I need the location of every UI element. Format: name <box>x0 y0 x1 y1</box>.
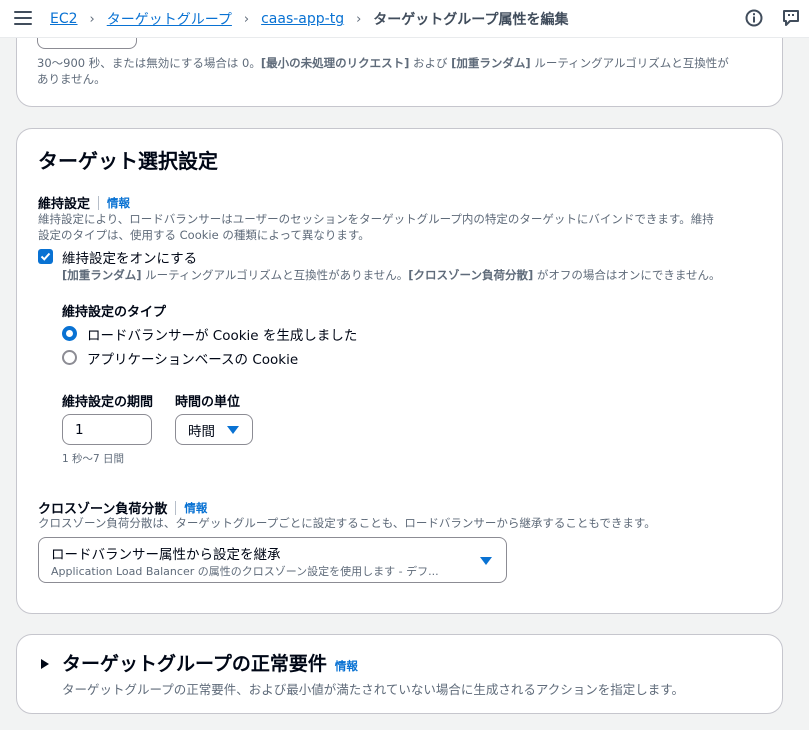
health-requirements-title[interactable]: ターゲットグループの正常要件 <box>62 649 327 676</box>
cross-zone-description: クロスゾーン負荷分散は、ターゲットグループごとに設定することも、ロードバランサー… <box>38 516 656 530</box>
stickiness-info-link[interactable]: 情報 <box>107 195 130 211</box>
health-requirements-card: ターゲットグループの正常要件 情報 ターゲットグループの正常要件、および最小値が… <box>16 634 783 714</box>
divider <box>175 500 177 515</box>
cross-zone-select[interactable]: ロードバランサー属性から設定を継承 Application Load Balan… <box>38 537 507 583</box>
section-title: ターゲット選択設定 <box>38 149 218 173</box>
previous-help-text: 30〜900 秒、または無効にする場合は 0。[最小の未処理のリクエスト] およ… <box>37 56 729 86</box>
checkmark-icon <box>40 252 51 261</box>
cross-zone-info-link[interactable]: 情報 <box>184 500 207 516</box>
breadcrumb: EC2 › ターゲットグループ › caas-app-tg › ターゲットグルー… <box>50 9 568 29</box>
stickiness-description: 維持設定により、ロードバランサーはユーザーのセッションをターゲットグループ内の特… <box>38 212 714 242</box>
breadcrumb-separator: › <box>243 11 250 27</box>
caret-right-icon[interactable] <box>39 658 51 670</box>
stickiness-type-label: 維持設定のタイプ <box>62 305 167 320</box>
duration-label: 維持設定の期間 <box>62 395 154 410</box>
stickiness-note: [加重ランダム] ルーティングアルゴリズムと互換性がありません。[クロスゾーン負… <box>62 268 721 282</box>
stickiness-header: 維持設定 情報 <box>38 193 130 212</box>
health-requirements-description: ターゲットグループの正常要件、および最小値が満たされていない場合に生成されるアク… <box>62 682 685 697</box>
breadcrumb-target-group-name[interactable]: caas-app-tg <box>261 11 344 27</box>
breadcrumb-separator: › <box>89 11 95 27</box>
cross-zone-select-subtext: Application Load Balancer の属性のクロスゾーン設定を使… <box>51 565 439 578</box>
stickiness-label: 維持設定 <box>38 197 91 212</box>
stickiness-checkbox-label[interactable]: 維持設定をオンにする <box>62 247 197 267</box>
breadcrumb-ec2[interactable]: EC2 <box>50 11 78 27</box>
breadcrumb-target-groups[interactable]: ターゲットグループ <box>107 9 232 29</box>
breadcrumb-current-page: ターゲットグループ属性を編集 <box>373 12 569 28</box>
info-circle-icon[interactable] <box>744 8 764 28</box>
target-selection-card: ターゲット選択設定 維持設定 情報 維持設定により、ロードバランサーはユーザーの… <box>16 128 783 614</box>
health-requirements-info-link[interactable]: 情報 <box>335 658 358 674</box>
cross-zone-select-value: ロードバランサー属性から設定を継承 <box>51 547 281 563</box>
caret-down-icon <box>480 557 492 565</box>
radio-app-cookie[interactable] <box>62 350 77 365</box>
top-navigation-bar: EC2 › ターゲットグループ › caas-app-tg › ターゲットグルー… <box>0 0 809 38</box>
divider <box>98 195 100 210</box>
duration-hint: 1 秒〜7 日間 <box>62 453 125 465</box>
hamburger-icon[interactable] <box>14 11 32 25</box>
unit-select-value: 時間 <box>188 423 215 440</box>
caret-down-icon <box>227 425 239 434</box>
breadcrumb-separator: › <box>356 11 362 27</box>
stickiness-checkbox[interactable] <box>38 249 53 264</box>
radio-lb-cookie-label[interactable]: ロードバランサーが Cookie を生成しました <box>87 324 357 344</box>
radio-lb-cookie[interactable] <box>62 326 77 341</box>
radio-app-cookie-label[interactable]: アプリケーションベースの Cookie <box>87 348 298 368</box>
health-requirements-header[interactable]: ターゲットグループの正常要件 情報 <box>62 649 358 676</box>
duration-input[interactable]: 1 <box>62 414 152 445</box>
unit-label: 時間の単位 <box>175 395 241 410</box>
unit-select[interactable]: 時間 <box>175 414 253 445</box>
feedback-icon[interactable] <box>781 8 801 28</box>
